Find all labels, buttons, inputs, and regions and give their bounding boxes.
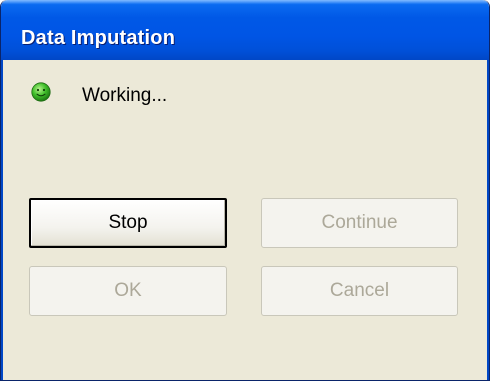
dialog-window: Data Imputation Working... Stop Continue… [0,0,490,381]
stop-button[interactable]: Stop [29,198,227,248]
window-title: Data Imputation [21,27,176,49]
smiley-face-icon [31,82,51,102]
cancel-button[interactable]: Cancel [261,266,458,316]
status-label: Working... [82,85,168,106]
ok-button[interactable]: OK [29,266,227,316]
continue-button[interactable]: Continue [261,198,458,248]
title-bar[interactable]: Data Imputation [1,0,489,60]
